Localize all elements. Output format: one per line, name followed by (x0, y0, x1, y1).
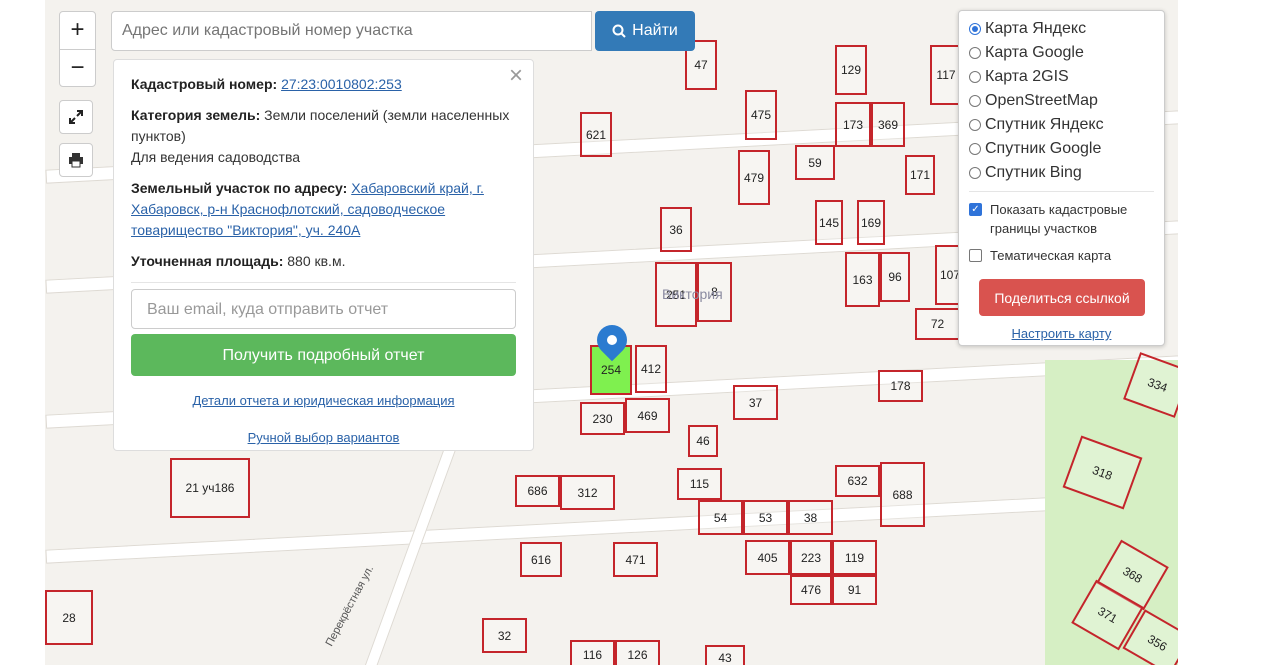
layer-option[interactable]: Спутник Яндекс (969, 113, 1154, 137)
plot[interactable]: 230 (580, 402, 625, 435)
plot[interactable]: 475 (745, 90, 777, 140)
print-icon (69, 153, 83, 168)
plot[interactable]: 32 (482, 618, 527, 653)
plot[interactable]: 169 (857, 200, 885, 245)
plot[interactable]: 91 (832, 575, 877, 605)
radio-icon[interactable] (969, 167, 981, 179)
plot[interactable]: 479 (738, 150, 770, 205)
plot[interactable]: 126 (615, 640, 660, 665)
zoom-out-button[interactable]: − (60, 50, 95, 87)
plot[interactable]: 469 (625, 398, 670, 433)
cadastral-number-link[interactable]: 27:23:0010802:253 (281, 76, 402, 92)
plot[interactable]: 28 (45, 590, 93, 645)
plot[interactable]: 43 (705, 645, 745, 665)
plot[interactable]: 476 (790, 575, 832, 605)
plot[interactable]: 115 (677, 468, 722, 500)
plot[interactable]: 145 (815, 200, 843, 245)
plot[interactable]: 96 (880, 252, 910, 302)
layer-option[interactable]: Карта Яндекс (969, 17, 1154, 41)
plot[interactable]: 53 (743, 500, 788, 535)
plot[interactable]: 37 (733, 385, 778, 420)
plot[interactable]: 312 (560, 475, 615, 510)
show-boundaries-checkbox[interactable]: ✓ Показать кадастровые границы участков (969, 200, 1154, 238)
zoom-control: + − (59, 11, 96, 87)
layer-option[interactable]: Карта Google (969, 41, 1154, 65)
radio-icon[interactable] (969, 119, 981, 131)
plot[interactable]: 405 (745, 540, 790, 575)
close-icon[interactable]: × (509, 64, 523, 88)
plot[interactable]: 116 (570, 640, 615, 665)
plot[interactable]: 688 (880, 462, 925, 527)
layer-panel: Карта Яндекс Карта Google Карта 2GIS Ope… (958, 10, 1165, 346)
plot[interactable]: 616 (520, 542, 562, 577)
radio-icon[interactable] (969, 143, 981, 155)
plot[interactable]: 686 (515, 475, 560, 507)
plot[interactable]: 223 (790, 540, 832, 575)
plot-info-popup: × Кадастровый номер: 27:23:0010802:253 К… (113, 59, 534, 451)
get-report-button[interactable]: Получить подробный отчет (131, 334, 516, 376)
print-button[interactable] (59, 143, 93, 177)
plot[interactable]: 171 (905, 155, 935, 195)
search-input[interactable] (111, 11, 592, 51)
layer-option[interactable]: OpenStreetMap (969, 89, 1154, 113)
plot[interactable]: 59 (795, 145, 835, 180)
share-link-button[interactable]: Поделиться ссылкой (979, 279, 1145, 316)
fullscreen-button[interactable] (59, 100, 93, 134)
layer-option[interactable]: Спутник Bing (969, 161, 1154, 185)
plot[interactable]: 54 (698, 500, 743, 535)
checkmark-icon[interactable]: ✓ (969, 203, 982, 216)
plot[interactable]: 621 (580, 112, 612, 157)
plot[interactable]: 163 (845, 252, 880, 307)
plot[interactable]: 173 (835, 102, 871, 147)
radio-icon[interactable] (969, 95, 981, 107)
report-details-link[interactable]: Детали отчета и юридическая информация (131, 390, 516, 411)
zoom-in-button[interactable]: + (60, 12, 95, 50)
plot[interactable]: 632 (835, 465, 880, 497)
plot[interactable]: 38 (788, 500, 833, 535)
plot[interactable]: 72 (915, 308, 960, 340)
layer-option[interactable]: Карта 2GIS (969, 65, 1154, 89)
plot[interactable]: 46 (688, 425, 718, 457)
radio-icon[interactable] (969, 71, 981, 83)
plot[interactable]: 129 (835, 45, 867, 95)
configure-map-link[interactable]: Настроить карту (969, 326, 1154, 341)
thematic-map-checkbox[interactable]: Тематическая карта (969, 246, 1154, 265)
email-field[interactable]: Ваш email, куда отправить отчет (131, 289, 516, 329)
radio-icon[interactable] (969, 47, 981, 59)
plot[interactable]: 21 уч186 (170, 458, 250, 518)
plot[interactable]: 36 (660, 207, 692, 252)
plot[interactable]: 412 (635, 345, 667, 393)
plot[interactable]: 178 (878, 370, 923, 402)
checkbox-icon[interactable] (969, 249, 982, 262)
manual-selection-link[interactable]: Ручной выбор вариантов (131, 427, 516, 448)
search-icon (612, 24, 626, 38)
expand-icon (69, 110, 83, 124)
layer-option[interactable]: Спутник Google (969, 137, 1154, 161)
plot[interactable]: 369 (871, 102, 905, 147)
search-button[interactable]: Найти (595, 11, 695, 51)
street-label: Перекрёстная ул. (323, 563, 377, 649)
plot[interactable]: 119 (832, 540, 877, 575)
radio-checked-icon[interactable] (969, 23, 981, 35)
plot[interactable]: 471 (613, 542, 658, 577)
area-label: Виктория (662, 286, 723, 302)
